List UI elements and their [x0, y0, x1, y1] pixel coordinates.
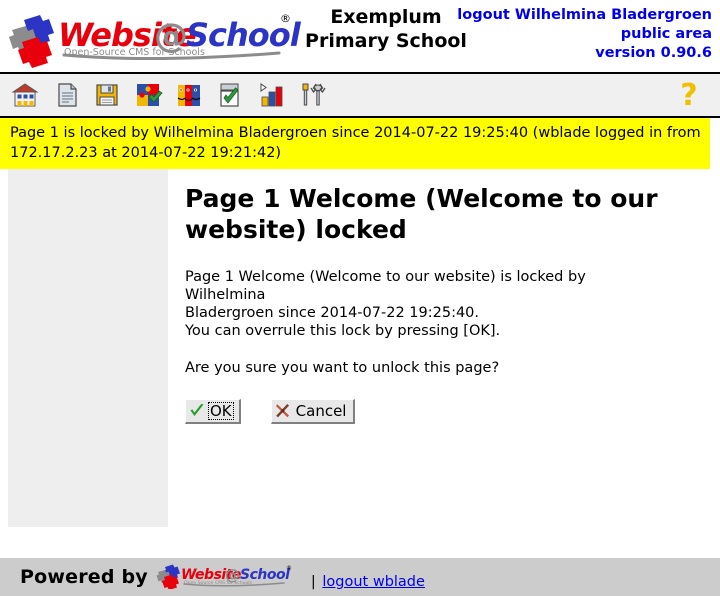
footer-links: | logout wblade	[311, 574, 425, 590]
main-area: Page 1 Welcome (Welcome to our website) …	[0, 169, 720, 527]
floppy-disk-icon	[96, 84, 118, 106]
dialog-button-row: OK Cancel	[185, 399, 710, 424]
cancel-button-label: Cancel	[295, 402, 347, 420]
lock-description-line1: Page 1 Welcome (Welcome to our website) …	[185, 269, 586, 303]
visitors-faces-icon	[177, 85, 201, 106]
footer-brand-logo[interactable]: Website @ School ® Open Source CMS for S…	[156, 563, 301, 593]
logout-link-header[interactable]: logout Wilhelmina Bladergroen	[457, 6, 712, 25]
powered-by-label: Powered by	[20, 566, 148, 588]
school-house-icon	[11, 83, 39, 107]
toolbar-item-modules[interactable]	[131, 78, 165, 112]
main-toolbar: ?	[0, 72, 720, 118]
help-button[interactable]: ?	[674, 79, 704, 113]
toolbar-item-visitors[interactable]	[172, 78, 206, 112]
question-mark-help-icon: ?	[680, 78, 698, 113]
brand-logo[interactable]: Website @ School ® Open-Source CMS for S…	[6, 6, 306, 68]
footer-separator: |	[310, 574, 316, 590]
svg-text:®: ®	[286, 565, 292, 572]
bar-chart-statistics-icon	[260, 83, 283, 107]
checklist-icon	[220, 83, 239, 107]
green-checkmark-icon	[190, 404, 204, 416]
tools-wrench-icon	[302, 83, 326, 106]
website-at-school-logo-icon: Website @ School ® Open-Source CMS for S…	[9, 12, 303, 68]
page-header: Website @ School ® Open-Source CMS for S…	[0, 0, 720, 72]
svg-text:Open-Source CMS for Schools: Open-Source CMS for Schools	[64, 47, 205, 58]
ok-button[interactable]: OK	[185, 399, 241, 424]
version-label: version 0.90.6	[595, 45, 712, 61]
svg-text:®: ®	[280, 12, 291, 25]
page-footer: Powered by Website @ School ® Open Sourc…	[0, 558, 720, 596]
school-name-line2: Primary School	[305, 30, 467, 52]
toolbar-item-statistics[interactable]	[254, 78, 288, 112]
school-name-line1: Exemplum	[330, 6, 442, 28]
account-info: logout Wilhelmina Bladergroen public are…	[457, 6, 712, 63]
school-name: Exemplum Primary School	[300, 5, 472, 53]
svg-text:Open Source CMS for Schools: Open Source CMS for Schools	[184, 580, 253, 586]
area-label: public area	[620, 26, 712, 42]
page-document-icon	[58, 83, 77, 107]
sidebar-panel	[8, 169, 168, 527]
content-panel: Page 1 Welcome (Welcome to our website) …	[185, 169, 710, 527]
lock-warning-message: Page 1 is locked by Wilhelmina Bladergro…	[0, 118, 710, 169]
cancel-button[interactable]: Cancel	[270, 399, 356, 424]
toolbar-icon-group	[8, 78, 329, 112]
lock-description-line2: Bladergroen since 2014-07-22 19:25:40.	[185, 305, 480, 321]
website-at-school-logo-small-icon: Website @ School ® Open Source CMS for S…	[156, 564, 292, 590]
toolbar-item-pages[interactable]	[49, 78, 83, 112]
page-title: Page 1 Welcome (Welcome to our website) …	[185, 184, 658, 244]
ok-button-label: OK	[208, 402, 234, 420]
confirm-question: Are you sure you want to unlock this pag…	[185, 360, 500, 376]
red-cross-icon	[275, 404, 289, 418]
logout-link-footer[interactable]: logout wblade	[322, 574, 425, 590]
toolbar-item-school[interactable]	[8, 78, 42, 112]
lock-description-line3: You can overrule this lock by pressing […	[185, 323, 501, 339]
lock-description: Page 1 Welcome (Welcome to our website) …	[185, 268, 665, 340]
toolbar-item-file-manager[interactable]	[90, 78, 124, 112]
toolbar-item-tasks[interactable]	[213, 78, 247, 112]
puzzle-modules-icon	[137, 84, 163, 106]
toolbar-item-tools[interactable]	[295, 78, 329, 112]
